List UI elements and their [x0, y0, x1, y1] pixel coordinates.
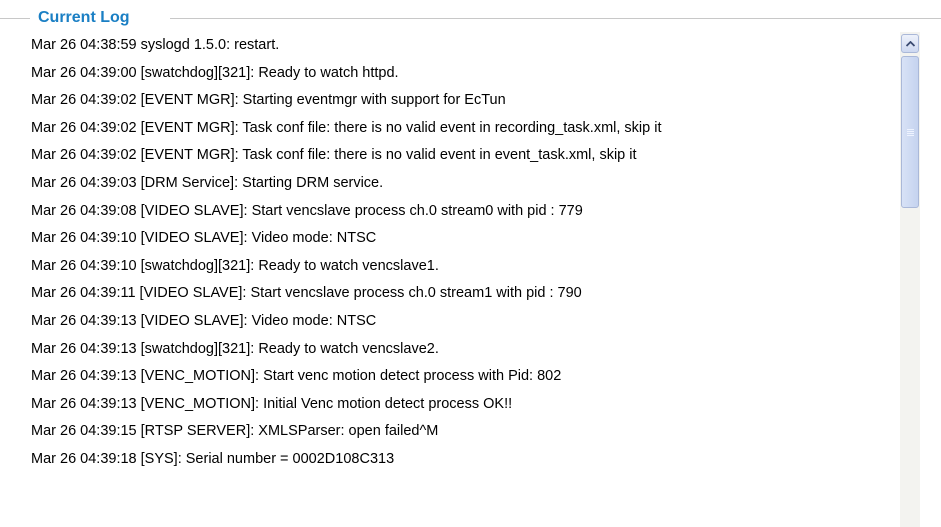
fieldset-border-right	[170, 18, 941, 19]
log-line: Mar 26 04:39:00 [swatchdog][321]: Ready …	[31, 64, 399, 81]
thumb-grip-line	[907, 135, 914, 136]
fieldset-border-left	[0, 18, 30, 19]
thumb-grip-line	[907, 129, 914, 130]
log-line: Mar 26 04:39:10 [swatchdog][321]: Ready …	[31, 257, 439, 274]
log-lines: Mar 26 04:38:59 syslogd 1.5.0: restart. M…	[31, 32, 896, 474]
vertical-scrollbar[interactable]	[900, 32, 920, 527]
log-line: Mar 26 04:38:59 syslogd 1.5.0: restart.	[31, 37, 280, 53]
log-line: Mar 26 04:39:13 [VENC_MOTION]: Start ven…	[31, 368, 562, 385]
log-line: Mar 26 04:39:02 [EVENT MGR]: Starting ev…	[31, 92, 506, 109]
log-line: Mar 26 04:39:03 [DRM Service]: Starting …	[31, 174, 384, 191]
log-line: Mar 26 04:39:11 [VIDEO SLAVE]: Start ven…	[31, 285, 582, 302]
log-line: Mar 26 04:39:02 [EVENT MGR]: Task conf f…	[31, 119, 662, 136]
log-line: Mar 26 04:39:15 [RTSP SERVER]: XMLSParse…	[31, 423, 439, 440]
log-line: Mar 26 04:39:13 [VIDEO SLAVE]: Video mod…	[31, 312, 377, 329]
scroll-thumb[interactable]	[901, 56, 919, 208]
thumb-grip-line	[907, 131, 914, 132]
log-line: Mar 26 04:39:18 [SYS]: Serial number = 0…	[31, 450, 395, 467]
log-line: Mar 26 04:39:13 [swatchdog][321]: Ready …	[31, 340, 439, 357]
current-log-legend: Current Log	[38, 9, 130, 26]
scroll-up-button[interactable]	[901, 34, 919, 53]
log-line: Mar 26 04:39:02 [EVENT MGR]: Task conf f…	[31, 147, 637, 164]
log-line: Mar 26 04:39:13 [VENC_MOTION]: Initial V…	[31, 395, 513, 412]
chevron-up-icon	[905, 40, 915, 47]
thumb-grip-line	[907, 133, 914, 134]
log-textarea[interactable]: Mar 26 04:38:59 syslogd 1.5.0: restart. M…	[31, 32, 929, 527]
log-line: Mar 26 04:39:10 [VIDEO SLAVE]: Video mod…	[31, 230, 377, 247]
log-line: Mar 26 04:39:08 [VIDEO SLAVE]: Start ven…	[31, 202, 583, 219]
